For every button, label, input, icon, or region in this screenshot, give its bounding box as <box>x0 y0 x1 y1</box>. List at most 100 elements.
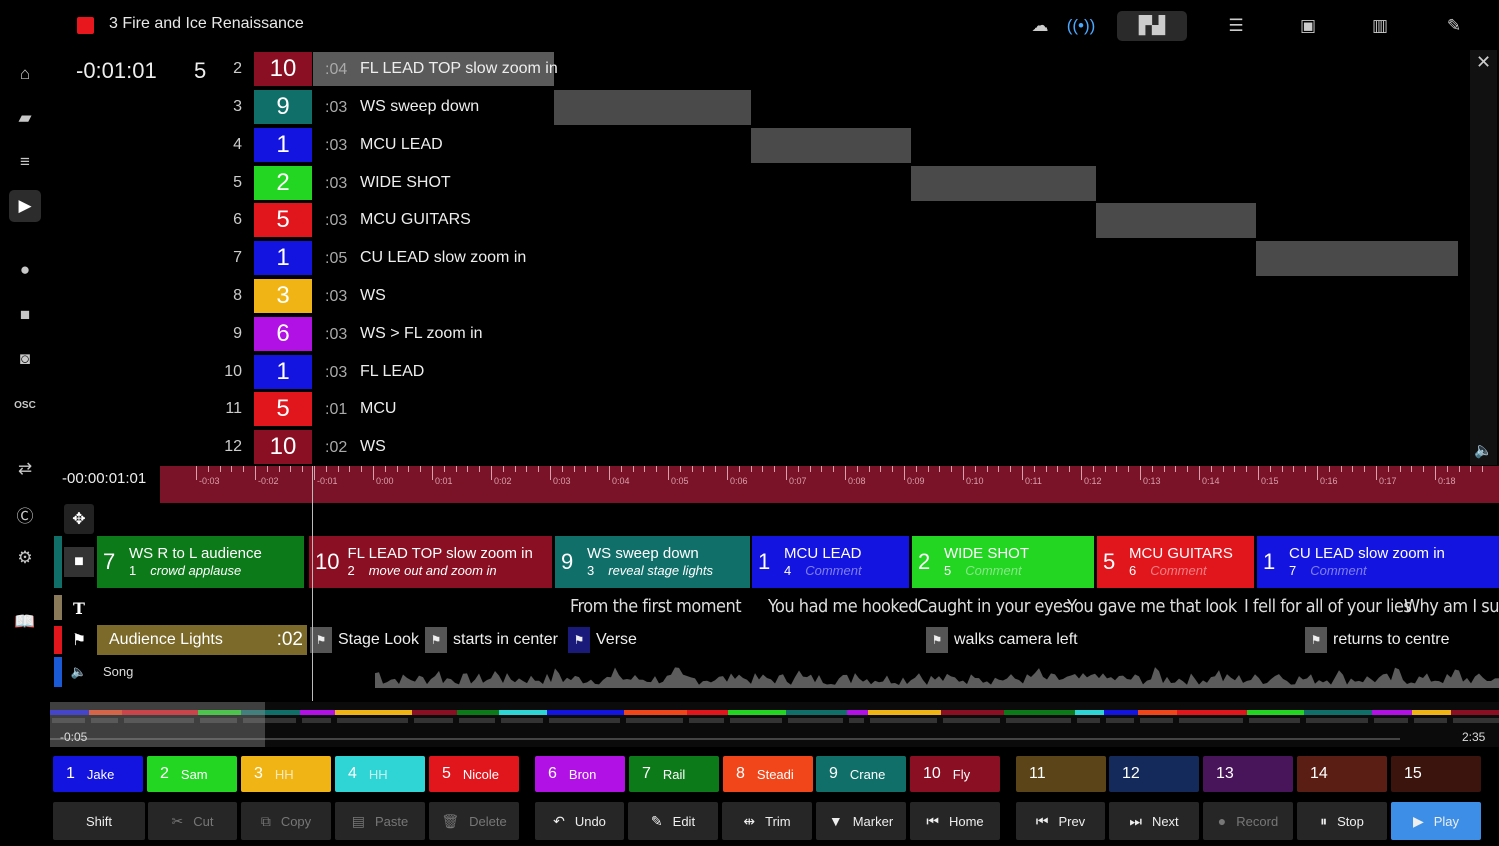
cue-row-camera[interactable]: 3 <box>254 279 312 313</box>
camera-key[interactable]: 13 <box>1203 756 1293 792</box>
record-button[interactable]: ● Record <box>1203 802 1293 840</box>
shot-block[interactable]: 1 CU LEAD slow zoom in 7 Comment <box>1257 536 1499 588</box>
lyric-line[interactable]: I fell for all of your lies <box>1244 596 1412 617</box>
camera-icon[interactable]: ■ <box>9 299 41 331</box>
video-view-icon[interactable]: ▣ <box>1294 14 1322 38</box>
camera-key[interactable]: 12 <box>1109 756 1199 792</box>
manual-icon[interactable]: 📖 <box>9 606 41 638</box>
cue-list-scrollbar[interactable] <box>1470 50 1497 465</box>
folder-icon[interactable]: ▰ <box>9 102 41 134</box>
shot-block[interactable]: 9 WS sweep down 3 reveal stage lights <box>555 536 750 588</box>
marker-button[interactable]: ▼ Marker <box>816 802 906 840</box>
camera-key[interactable]: 9 Crane <box>816 756 906 792</box>
list-view-icon[interactable]: ☰ <box>1222 14 1250 38</box>
trim-button[interactable]: ⇹ Trim <box>722 802 812 840</box>
copy-button[interactable]: ⧉ Copy <box>241 802 331 840</box>
cue-row-camera[interactable]: 10 <box>254 52 312 86</box>
camera-key[interactable]: 14 <box>1297 756 1387 792</box>
speaker-lane-icon[interactable]: 🔈 <box>64 657 94 687</box>
cue-row-camera[interactable]: 5 <box>254 392 312 426</box>
timeline-marker[interactable]: ⚑ returns to centre <box>1305 626 1450 654</box>
shot-block[interactable]: 1 MCU LEAD 4 Comment <box>752 536 909 588</box>
lyric-line[interactable]: From the first moment <box>570 596 742 617</box>
timeline-marker[interactable]: ⚑ Stage Look <box>310 626 419 654</box>
cue-row-description[interactable]: FL LEAD <box>360 363 424 381</box>
person-icon[interactable]: ● <box>9 254 41 286</box>
shift-button[interactable]: Shift <box>53 802 145 840</box>
close-icon[interactable]: ✕ <box>1476 52 1491 73</box>
timeline-marker[interactable]: ⚑ Verse <box>568 626 637 654</box>
timeline-ruler[interactable]: -0:03 -0:02 -0:01 0:00 0:01 0:02 0:03 0:04 0:05 0… <box>160 466 1499 503</box>
delete-button[interactable]: 🗑 Delete <box>429 802 519 840</box>
cue-row-description[interactable]: CU LEAD slow zoom in <box>360 249 526 267</box>
prev-button[interactable]: ⏮ Prev <box>1016 802 1105 840</box>
timeline-marker[interactable]: ⚑ walks camera left <box>926 626 1078 654</box>
stop-button[interactable]: ⏸ Stop <box>1297 802 1387 840</box>
cue-row-camera[interactable]: 1 <box>254 355 312 389</box>
broadcast-icon[interactable]: ((•)) <box>1067 14 1096 38</box>
text-lane-icon[interactable]: T <box>64 593 94 623</box>
cue-view-tab-icon[interactable]: ▛▟ <box>1117 11 1187 41</box>
edit-icon[interactable]: ✎ <box>1440 14 1468 38</box>
lyric-line[interactable]: You gave me that look <box>1067 596 1237 617</box>
home-icon[interactable]: ⌂ <box>9 58 41 90</box>
shot-block[interactable]: 7 WS R to L audience 1 crowd applause <box>97 536 304 588</box>
cue-row-description[interactable]: WS sweep down <box>360 98 479 116</box>
cloud-icon[interactable]: ☁ <box>1025 14 1055 38</box>
operator-icon[interactable]: ◙ <box>9 343 41 375</box>
flag-lane-icon[interactable]: ⚑ <box>64 625 94 655</box>
camera-lane-icon[interactable]: ■ <box>64 547 94 577</box>
cue-row-camera[interactable]: 6 <box>254 317 312 351</box>
cue-row-description[interactable]: MCU <box>360 400 396 418</box>
shot-block[interactable]: 10 FL LEAD TOP slow zoom in 2 move out and … <box>309 536 552 588</box>
copyright-icon[interactable]: Ⓒ <box>9 498 41 530</box>
osc-icon[interactable]: OSC <box>9 389 41 421</box>
speaker-icon[interactable]: 🔈 <box>1474 441 1493 459</box>
columns-view-icon[interactable]: ▥ <box>1366 14 1394 38</box>
cue-row-camera[interactable]: 10 <box>254 430 312 464</box>
camera-key[interactable]: 1 Jake <box>53 756 143 792</box>
play-button[interactable]: ▶ Play <box>1391 802 1481 840</box>
lyric-line[interactable]: Caught in your eyes <box>917 596 1071 617</box>
camera-key[interactable]: 5 Nicole <box>429 756 519 792</box>
list-icon[interactable]: ≡ <box>9 146 41 178</box>
camera-key[interactable]: 11 <box>1016 756 1106 792</box>
camera-key[interactable]: 6 Bron <box>535 756 625 792</box>
cue-row-description[interactable]: WS > FL zoom in <box>360 325 483 343</box>
cue-row-camera[interactable]: 9 <box>254 90 312 124</box>
cue-row-description[interactable]: WIDE SHOT <box>360 174 451 192</box>
home-button[interactable]: ⏮ Home <box>910 802 1000 840</box>
paste-button[interactable]: ▤ Paste <box>335 802 425 840</box>
cue-row-camera[interactable]: 1 <box>254 241 312 275</box>
camera-key[interactable]: 4 HH <box>335 756 425 792</box>
lyric-line[interactable]: You had me hooked <box>768 596 918 617</box>
play-view-icon[interactable]: ▶ <box>9 190 41 222</box>
cue-row-camera[interactable]: 1 <box>254 128 312 162</box>
timeline-minimap[interactable] <box>50 702 1499 747</box>
swap-icon[interactable]: ⇄ <box>9 453 41 485</box>
lyric-line[interactable]: Why am I sup <box>1404 596 1499 617</box>
camera-key[interactable]: 15 <box>1391 756 1481 792</box>
timeline-marker[interactable]: ⚑ starts in center <box>425 626 558 654</box>
cue-row-description[interactable]: WS <box>360 438 386 456</box>
move-icon[interactable]: ✥ <box>64 504 94 534</box>
cue-row-description[interactable]: WS <box>360 287 386 305</box>
audience-lights-marker[interactable]: Audience Lights :02 <box>97 625 307 655</box>
settings-gear-icon[interactable]: ⚙ <box>9 542 41 574</box>
cue-row-description[interactable]: MCU GUITARS <box>360 211 471 229</box>
cue-row-camera[interactable]: 5 <box>254 203 312 237</box>
undo-button[interactable]: ↶ Undo <box>535 802 624 840</box>
cut-button[interactable]: ✂ Cut <box>148 802 237 840</box>
camera-key[interactable]: 10 Fly <box>910 756 1000 792</box>
camera-key[interactable]: 3 HH <box>241 756 331 792</box>
playhead[interactable] <box>312 466 313 701</box>
cue-row-description[interactable]: MCU LEAD <box>360 136 443 154</box>
edit-button[interactable]: ✎ Edit <box>628 802 718 840</box>
camera-key[interactable]: 2 Sam <box>147 756 237 792</box>
next-button[interactable]: ⏭ Next <box>1109 802 1199 840</box>
cue-row-camera[interactable]: 2 <box>254 166 312 200</box>
shot-block[interactable]: 2 WIDE SHOT 5 Comment <box>912 536 1094 588</box>
shot-block[interactable]: 5 MCU GUITARS 6 Comment <box>1097 536 1254 588</box>
camera-key[interactable]: 8 Steadi <box>723 756 813 792</box>
camera-key[interactable]: 7 Rail <box>629 756 719 792</box>
